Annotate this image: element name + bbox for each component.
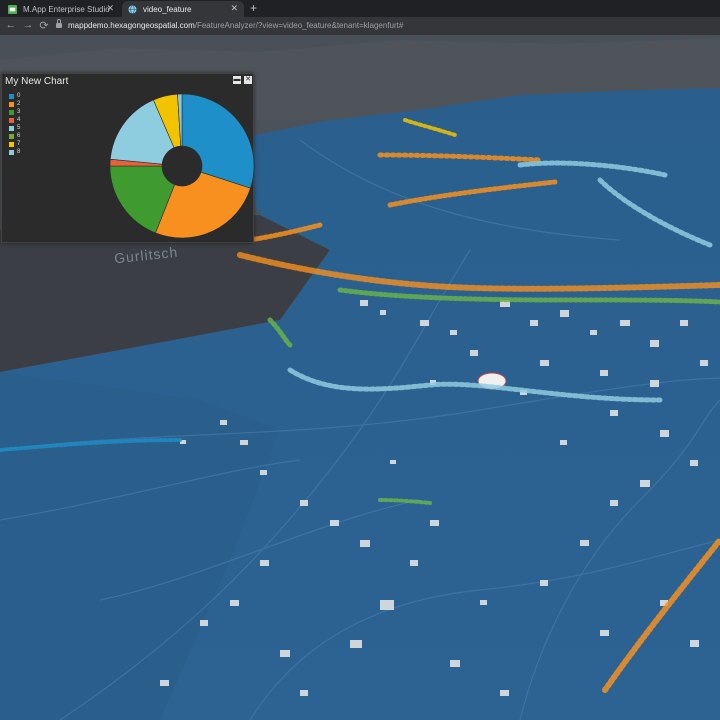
- tab-title: M.App Enterprise Studio: [23, 4, 110, 14]
- mapp-favicon-icon: [8, 4, 17, 14]
- reload-icon[interactable]: ⟳: [37, 19, 51, 32]
- chart-panel[interactable]: My New Chart ▬ ✕ 0 2 3 4 5 6 7 8: [1, 73, 255, 244]
- close-tab-icon[interactable]: ✕: [230, 3, 238, 14]
- address-bar[interactable]: mappdemo.hexagongeospatial.com/FeatureAn…: [56, 19, 716, 33]
- donut-hole: [162, 146, 202, 186]
- lock-icon: [56, 19, 62, 28]
- tab-video-feature[interactable]: video_feature ✕: [122, 1, 244, 17]
- back-arrow-icon[interactable]: ←: [4, 19, 18, 31]
- browser-tab-bar: M.App Enterprise Studio ✕ video_feature …: [0, 0, 720, 17]
- url-path: /FeatureAnalyzer/?view=video_feature&ten…: [194, 21, 404, 30]
- tab-title: video_feature: [143, 4, 192, 14]
- donut-chart[interactable]: [2, 74, 255, 244]
- globe-favicon-icon: [128, 4, 137, 14]
- new-tab-icon[interactable]: +: [250, 1, 257, 15]
- browser-toolbar: ← → ⟳ mappdemo.hexagongeospatial.com/Fea…: [0, 17, 720, 35]
- close-tab-icon[interactable]: ✕: [106, 3, 114, 14]
- forward-arrow-icon[interactable]: →: [21, 19, 35, 31]
- url-host: mappdemo.hexagongeospatial.com: [68, 21, 195, 30]
- tab-mapp-enterprise-studio[interactable]: M.App Enterprise Studio ✕: [2, 1, 120, 17]
